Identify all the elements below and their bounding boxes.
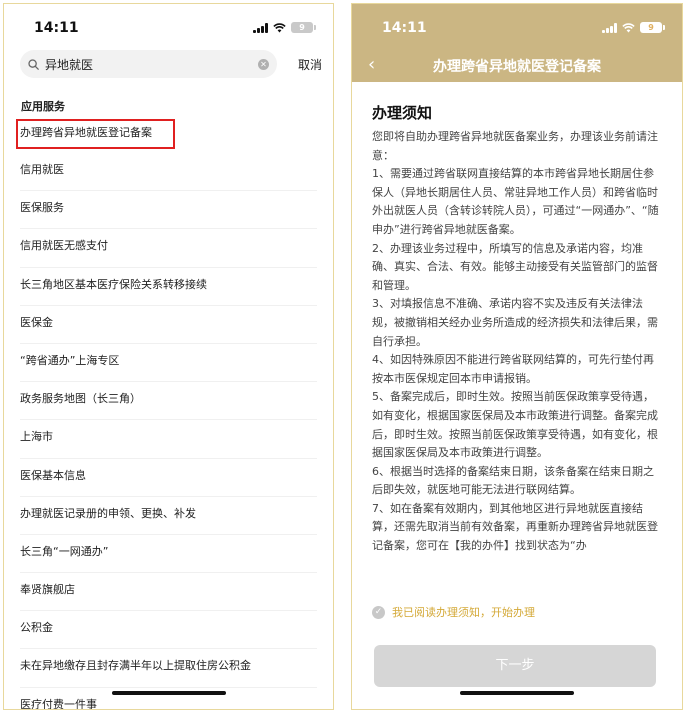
result-item[interactable]: 未在异地缴存且封存满半年以上提取住房公积金 [20,649,317,688]
notice-paragraph: 4、如因特殊原因不能进行跨省联网结算的，可先行垫付再按本市医保规定回本市申请报销… [372,353,654,385]
notice-screen: 14:11 9 ‹ 办理跨省异地就医登记备案 办理须知 您即将自助办理跨省异地就… [351,3,683,710]
status-icons: 9 [602,22,665,33]
agree-label: 我已阅读办理须知，开始办理 [392,606,535,619]
result-item[interactable]: 长三角“一网通办” [20,535,317,574]
status-icons: 9 [253,22,316,33]
signal-icon [602,22,617,33]
result-item[interactable]: 奉贤旗舰店 [20,573,317,612]
battery-icon: 9 [640,22,665,33]
result-item[interactable]: 长三角地区基本医疗保险关系转移接续 [20,268,317,306]
result-item[interactable]: “跨省通办”上海专区 [20,344,317,383]
result-list: 办理跨省异地就医登记备案 信用就医 医保服务 信用就医无感支付 长三角地区基本医… [4,116,333,709]
notice-paragraph: 6、根据当时选择的备案结束日期，该条备案在结束日期之后即失效，就医地可能无法进行… [372,464,654,497]
wifi-icon [622,22,635,32]
bottom-overlay [352,574,682,709]
result-item[interactable]: 信用就医无感支付 [20,229,317,268]
search-results-screen: 14:11 9 异地就医 ✕ 取消 应用服务 办理跨省异地就医登记备案 信用就医… [3,3,334,710]
check-icon: ✓ [372,605,385,619]
battery-icon: 9 [291,22,316,33]
clear-icon[interactable]: ✕ [258,58,269,70]
notice-heading: 办理须知 [372,104,433,122]
section-title-app-services: 应用服务 [21,100,65,113]
result-item[interactable]: 医保金 [20,306,317,344]
notice-paragraph: 5、备案完成后，即时生效。按照当前医保政策享受待遇，如有变化，根据国家医保局及本… [372,390,658,460]
search-icon [28,58,39,70]
result-item[interactable]: 办理就医记录册的申领、更换、补发 [20,497,317,535]
wifi-icon [273,22,286,32]
notice-paragraph: 3、对填报信息不准确、承诺内容不实及违反有关法律法规，被撤销相关经办业务所造成的… [372,297,658,348]
cancel-button[interactable]: 取消 [298,56,322,73]
search-input[interactable]: 异地就医 ✕ [20,50,277,78]
result-item-cross-province-medical-registration[interactable]: 办理跨省异地就医登记备案 [16,119,175,149]
notice-paragraph: 您即将自助办理跨省异地就医备案业务，办理该业务前请注意： [372,130,658,162]
result-item[interactable]: 医保基本信息 [20,459,317,497]
home-indicator [111,691,226,695]
status-bar: 14:11 9 [4,4,333,52]
status-bar: 14:11 9 [352,4,682,52]
next-button[interactable]: 下一步 [374,645,656,687]
search-query-text: 异地就医 [45,57,94,72]
status-time: 14:11 [34,20,79,36]
result-item[interactable]: 政务服务地图（长三角） [20,382,317,421]
result-item[interactable]: 医保服务 [20,191,317,230]
home-indicator [460,691,574,695]
notice-paragraph: 2、办理该业务过程中，所填写的信息及承诺内容，均准确、真实、合法、有效。能够主动… [372,241,658,292]
notice-body: 您即将自助办理跨省异地就医备案业务，办理该业务前请注意： 1、需要通过跨省联网直… [372,128,660,556]
result-item[interactable]: 信用就医 [20,153,317,192]
agree-checkbox[interactable]: ✓ 我已阅读办理须知，开始办理 [372,604,535,620]
notice-paragraph: 1、需要通过跨省联网直接结算的本市跨省异地长期居住参保人（异地长期居住人员、常驻… [372,167,659,236]
notice-paragraph: 7、如在备案有效期内，到其他地区进行异地就医直接结算，还需先取消当前有效备案，再… [372,501,658,553]
signal-icon [253,22,268,33]
page-title: 办理跨省异地就医登记备案 [433,59,601,75]
result-item[interactable]: 上海市 [20,420,317,459]
result-item[interactable]: 公积金 [20,611,317,650]
status-time: 14:11 [382,20,427,36]
